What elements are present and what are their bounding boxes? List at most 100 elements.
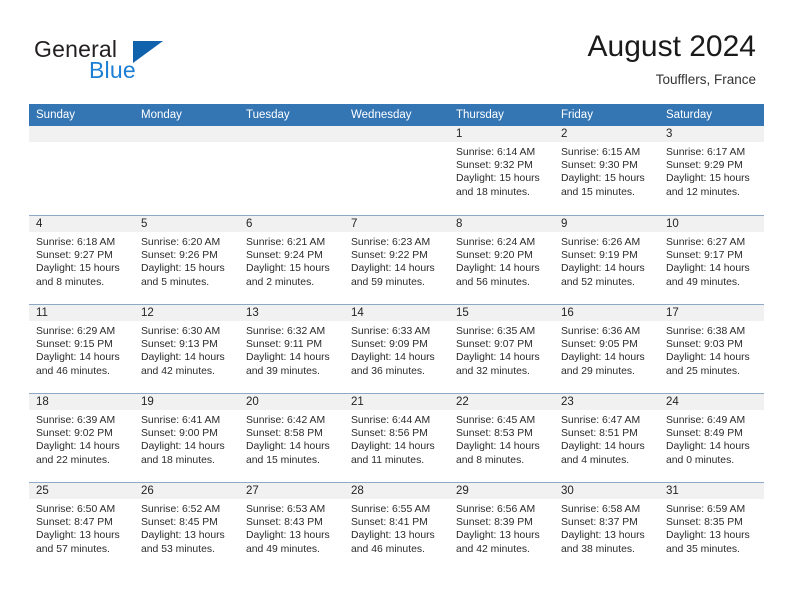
calendar-day-cell[interactable]: 14 Sunrise: 6:33 AM Sunset: 9:09 PM Dayligh… bbox=[344, 305, 449, 393]
day-number: 26 bbox=[134, 483, 239, 499]
day-detail-line: Sunrise: 6:52 AM bbox=[141, 504, 221, 515]
day-detail-line: Sunset: 9:22 PM bbox=[351, 250, 428, 262]
day-detail-line: Sunset: 9:17 PM bbox=[666, 250, 743, 262]
calendar-day-cell[interactable]: 28 Sunrise: 6:55 AM Sunset: 8:41 PM Dayligh… bbox=[344, 483, 449, 571]
day-detail-line: Sunrise: 6:14 AM bbox=[456, 147, 536, 158]
day-number: 24 bbox=[659, 394, 764, 410]
day-details: Sunrise: 6:45 AM Sunset: 8:53 PM Daylight:… bbox=[449, 410, 554, 467]
day-detail-line: Daylight: 15 hours bbox=[456, 173, 540, 185]
day-number: 1 bbox=[449, 126, 554, 142]
day-number: 28 bbox=[344, 483, 449, 499]
day-detail-line: Daylight: 15 hours bbox=[141, 263, 225, 275]
day-details: Sunrise: 6:59 AM Sunset: 8:35 PM Daylight:… bbox=[659, 499, 764, 556]
calendar-week-row: 25 Sunrise: 6:50 AM Sunset: 8:47 PM Dayligh… bbox=[29, 482, 764, 571]
day-detail-line: Sunset: 9:15 PM bbox=[36, 339, 113, 351]
day-number: 25 bbox=[29, 483, 134, 499]
day-details: Sunrise: 6:53 AM Sunset: 8:43 PM Daylight:… bbox=[239, 499, 344, 556]
day-detail-line: Sunset: 9:27 PM bbox=[36, 250, 113, 262]
calendar-day-cell[interactable]: 4 Sunrise: 6:18 AM Sunset: 9:27 PM Daylight… bbox=[29, 216, 134, 304]
calendar-day-cell[interactable]: 2 Sunrise: 6:15 AM Sunset: 9:30 PM Daylight… bbox=[554, 126, 659, 215]
calendar-day-cell[interactable]: 3 Sunrise: 6:17 AM Sunset: 9:29 PM Daylight… bbox=[659, 126, 764, 215]
day-detail-line: Sunrise: 6:49 AM bbox=[666, 415, 746, 426]
day-detail-line: Sunrise: 6:45 AM bbox=[456, 415, 536, 426]
calendar-day-cell[interactable]: 27 Sunrise: 6:53 AM Sunset: 8:43 PM Dayligh… bbox=[239, 483, 344, 571]
calendar-day-cell[interactable]: 11 Sunrise: 6:29 AM Sunset: 9:15 PM Dayligh… bbox=[29, 305, 134, 393]
day-detail-line: Daylight: 14 hours bbox=[456, 263, 540, 275]
calendar-day-cell[interactable]: 29 Sunrise: 6:56 AM Sunset: 8:39 PM Dayligh… bbox=[449, 483, 554, 571]
day-detail-line: Daylight: 14 hours bbox=[666, 263, 750, 275]
calendar-day-cell[interactable]: 25 Sunrise: 6:50 AM Sunset: 8:47 PM Dayligh… bbox=[29, 483, 134, 571]
day-detail-line: Daylight: 14 hours bbox=[141, 441, 225, 453]
page-subtitle: Toufflers, France bbox=[655, 72, 756, 87]
day-detail-line: and 59 minutes. bbox=[351, 276, 425, 288]
day-details bbox=[344, 142, 449, 146]
calendar-day-cell[interactable]: 16 Sunrise: 6:36 AM Sunset: 9:05 PM Dayligh… bbox=[554, 305, 659, 393]
day-detail-line: Daylight: 14 hours bbox=[141, 352, 225, 364]
day-details: Sunrise: 6:14 AM Sunset: 9:32 PM Daylight:… bbox=[449, 142, 554, 199]
day-detail-line: Daylight: 13 hours bbox=[246, 530, 330, 542]
calendar-day-cell[interactable]: 24 Sunrise: 6:49 AM Sunset: 8:49 PM Dayligh… bbox=[659, 394, 764, 482]
calendar-day-cell[interactable]: 19 Sunrise: 6:41 AM Sunset: 9:00 PM Dayligh… bbox=[134, 394, 239, 482]
day-detail-line: and 29 minutes. bbox=[561, 365, 635, 377]
calendar-day-cell[interactable]: 22 Sunrise: 6:45 AM Sunset: 8:53 PM Dayligh… bbox=[449, 394, 554, 482]
day-detail-line: Sunset: 9:11 PM bbox=[246, 339, 323, 351]
weekday-header-thursday: Thursday bbox=[456, 109, 504, 121]
day-details: Sunrise: 6:27 AM Sunset: 9:17 PM Daylight:… bbox=[659, 232, 764, 289]
day-detail-line: and 4 minutes. bbox=[561, 454, 630, 466]
day-number: 16 bbox=[554, 305, 659, 321]
day-detail-line: Daylight: 14 hours bbox=[351, 352, 435, 364]
day-number: 4 bbox=[29, 216, 134, 232]
day-detail-line: Sunset: 8:41 PM bbox=[351, 517, 428, 529]
brand-logo[interactable]: General Blue bbox=[34, 36, 264, 88]
day-detail-line: Sunrise: 6:17 AM bbox=[666, 147, 746, 158]
weekday-header-tuesday: Tuesday bbox=[246, 109, 290, 121]
calendar-day-cell[interactable]: 12 Sunrise: 6:30 AM Sunset: 9:13 PM Dayligh… bbox=[134, 305, 239, 393]
day-detail-line: and 38 minutes. bbox=[561, 543, 635, 555]
calendar-day-cell[interactable]: 5 Sunrise: 6:20 AM Sunset: 9:26 PM Daylight… bbox=[134, 216, 239, 304]
day-number: 29 bbox=[449, 483, 554, 499]
day-detail-line: Sunrise: 6:44 AM bbox=[351, 415, 431, 426]
day-detail-line: Sunset: 8:35 PM bbox=[666, 517, 743, 529]
day-details bbox=[134, 142, 239, 146]
calendar-day-cell[interactable]: 26 Sunrise: 6:52 AM Sunset: 8:45 PM Dayligh… bbox=[134, 483, 239, 571]
calendar-day-cell[interactable]: 13 Sunrise: 6:32 AM Sunset: 9:11 PM Dayligh… bbox=[239, 305, 344, 393]
calendar-day-cell[interactable]: 23 Sunrise: 6:47 AM Sunset: 8:51 PM Dayligh… bbox=[554, 394, 659, 482]
day-detail-line: Sunrise: 6:42 AM bbox=[246, 415, 326, 426]
calendar-day-cell[interactable]: 20 Sunrise: 6:42 AM Sunset: 8:58 PM Dayligh… bbox=[239, 394, 344, 482]
calendar-day-cell[interactable]: 1 Sunrise: 6:14 AM Sunset: 9:32 PM Daylight… bbox=[449, 126, 554, 215]
day-details: Sunrise: 6:33 AM Sunset: 9:09 PM Daylight:… bbox=[344, 321, 449, 378]
day-detail-line: Sunrise: 6:59 AM bbox=[666, 504, 746, 515]
day-detail-line: Daylight: 14 hours bbox=[36, 352, 120, 364]
calendar-day-cell-empty bbox=[134, 126, 239, 215]
day-number: 10 bbox=[659, 216, 764, 232]
calendar-day-cell[interactable]: 31 Sunrise: 6:59 AM Sunset: 8:35 PM Dayligh… bbox=[659, 483, 764, 571]
day-detail-line: Daylight: 13 hours bbox=[666, 530, 750, 542]
calendar-day-cell[interactable]: 8 Sunrise: 6:24 AM Sunset: 9:20 PM Daylight… bbox=[449, 216, 554, 304]
day-detail-line: and 46 minutes. bbox=[36, 365, 110, 377]
weekday-header-friday: Friday bbox=[561, 109, 593, 121]
day-detail-line: and 49 minutes. bbox=[666, 276, 740, 288]
day-detail-line: Daylight: 14 hours bbox=[666, 441, 750, 453]
calendar-day-cell[interactable]: 9 Sunrise: 6:26 AM Sunset: 9:19 PM Daylight… bbox=[554, 216, 659, 304]
calendar-day-cell[interactable]: 6 Sunrise: 6:21 AM Sunset: 9:24 PM Daylight… bbox=[239, 216, 344, 304]
calendar-day-cell[interactable]: 7 Sunrise: 6:23 AM Sunset: 9:22 PM Daylight… bbox=[344, 216, 449, 304]
day-detail-line: Sunset: 8:56 PM bbox=[351, 428, 428, 440]
calendar-day-cell[interactable]: 15 Sunrise: 6:35 AM Sunset: 9:07 PM Dayligh… bbox=[449, 305, 554, 393]
day-details: Sunrise: 6:52 AM Sunset: 8:45 PM Daylight:… bbox=[134, 499, 239, 556]
day-detail-line: Sunrise: 6:53 AM bbox=[246, 504, 326, 515]
day-details: Sunrise: 6:17 AM Sunset: 9:29 PM Daylight:… bbox=[659, 142, 764, 199]
day-detail-line: and 12 minutes. bbox=[666, 186, 740, 198]
day-number: 5 bbox=[134, 216, 239, 232]
day-details: Sunrise: 6:39 AM Sunset: 9:02 PM Daylight:… bbox=[29, 410, 134, 467]
calendar-week-row: 18 Sunrise: 6:39 AM Sunset: 9:02 PM Dayligh… bbox=[29, 393, 764, 482]
day-detail-line: and 18 minutes. bbox=[141, 454, 215, 466]
calendar-day-cell[interactable]: 17 Sunrise: 6:38 AM Sunset: 9:03 PM Dayligh… bbox=[659, 305, 764, 393]
calendar-day-cell[interactable]: 10 Sunrise: 6:27 AM Sunset: 9:17 PM Dayligh… bbox=[659, 216, 764, 304]
calendar-day-cell[interactable]: 30 Sunrise: 6:58 AM Sunset: 8:37 PM Dayligh… bbox=[554, 483, 659, 571]
day-detail-line: Sunset: 9:19 PM bbox=[561, 250, 638, 262]
day-detail-line: Sunset: 8:47 PM bbox=[36, 517, 113, 529]
calendar-day-cell[interactable]: 18 Sunrise: 6:39 AM Sunset: 9:02 PM Dayligh… bbox=[29, 394, 134, 482]
calendar-day-cell[interactable]: 21 Sunrise: 6:44 AM Sunset: 8:56 PM Dayligh… bbox=[344, 394, 449, 482]
day-detail-line: and 11 minutes. bbox=[351, 454, 425, 466]
day-detail-line: and 5 minutes. bbox=[141, 276, 210, 288]
